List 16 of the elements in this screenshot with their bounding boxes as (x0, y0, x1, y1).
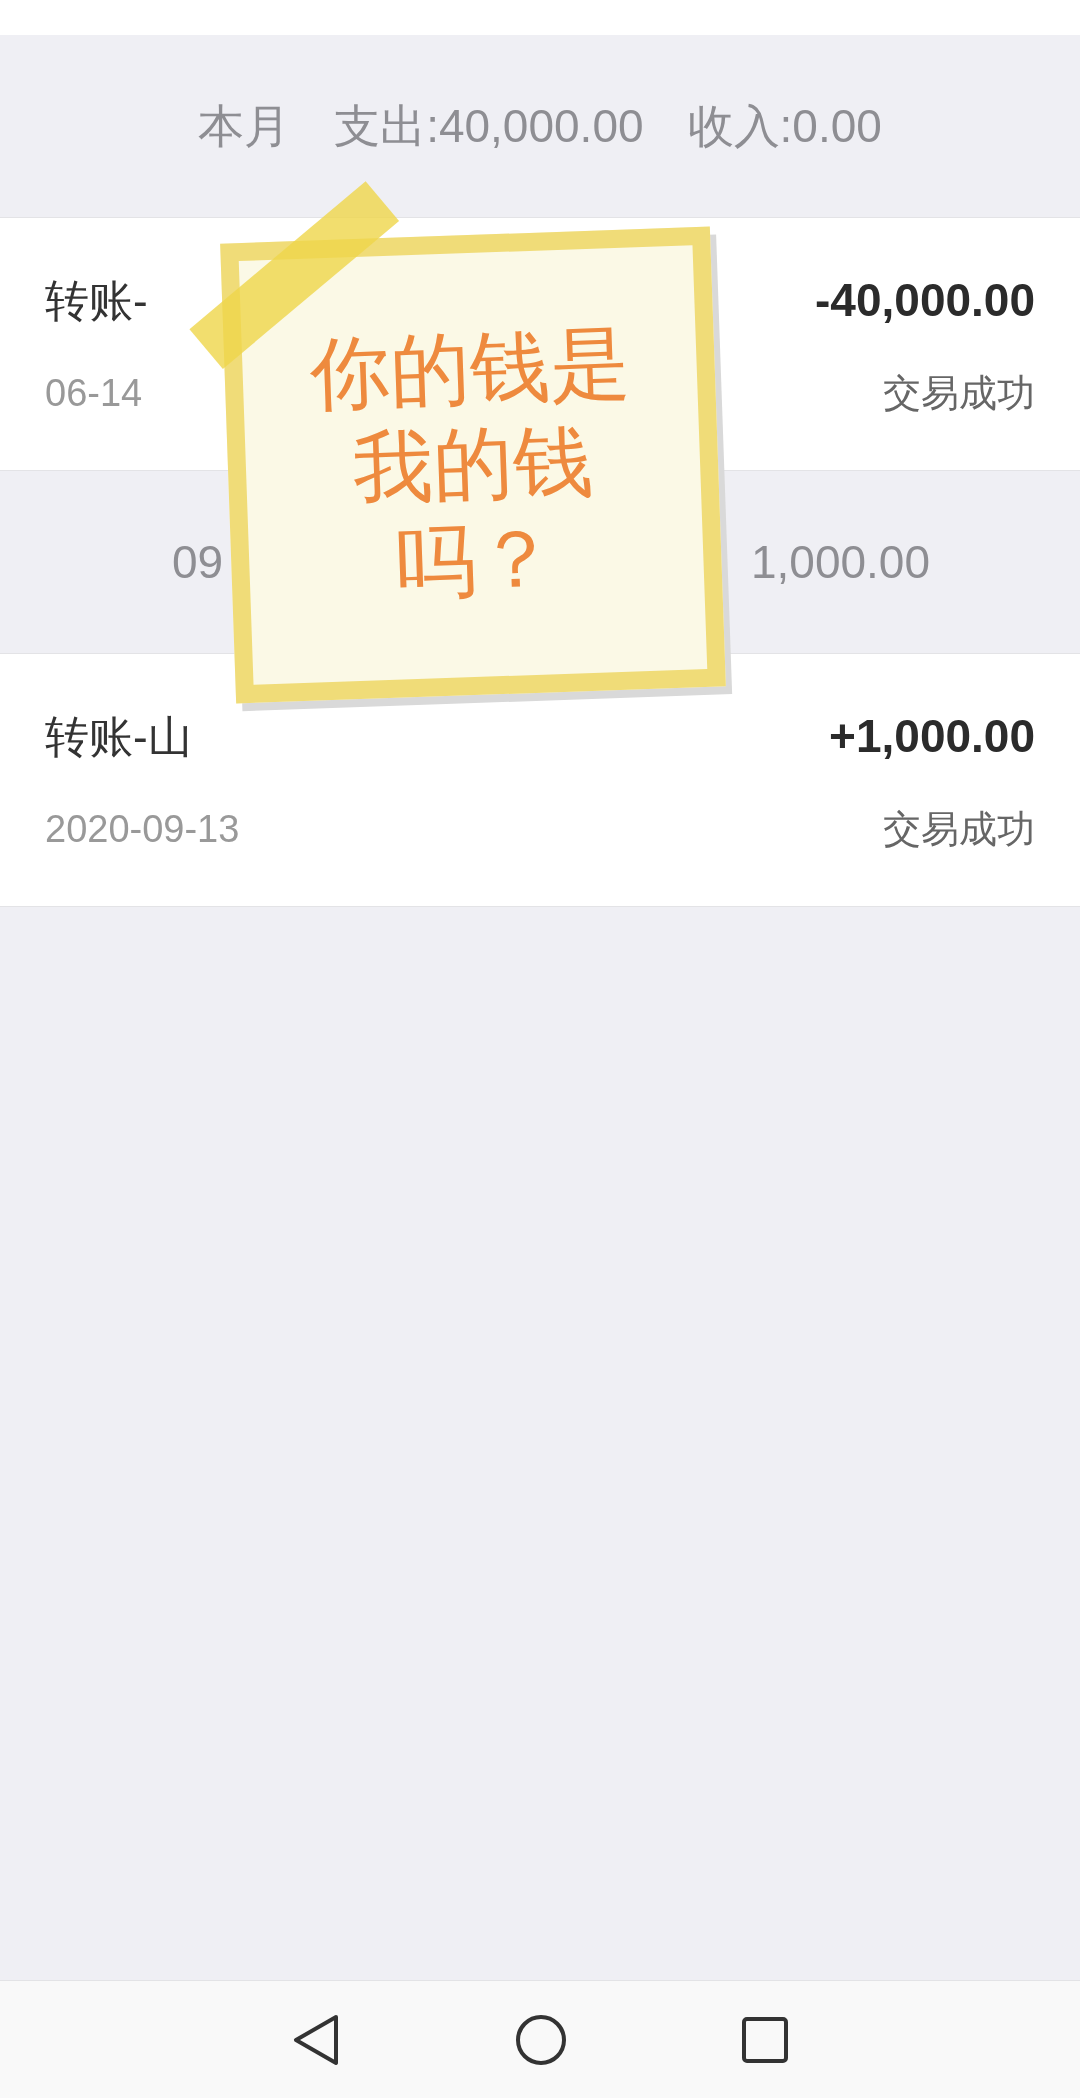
income-total: 收入:0.00 (687, 98, 882, 154)
transaction-amount: +1,000.00 (829, 709, 1035, 764)
transaction-date: 2020-09-13 (45, 807, 240, 852)
header-text: 09 (172, 534, 224, 590)
transaction-title: 转账- (45, 274, 148, 327)
transaction-amount: -40,000.00 (815, 273, 1035, 328)
transaction-date: 06-14 (45, 371, 143, 416)
period-label: 本月 (198, 98, 291, 154)
expense-total: 支出:40,000.00 (334, 98, 644, 154)
transaction-status: 交易成功 (883, 371, 1035, 416)
transaction-status: 交易成功 (883, 807, 1035, 852)
home-icon[interactable] (515, 2013, 567, 2066)
back-icon[interactable] (292, 2013, 340, 2066)
header-text: 1,000.00 (750, 534, 930, 590)
transaction-title: 转账-山 (45, 710, 192, 763)
recents-icon[interactable] (742, 2016, 788, 2063)
